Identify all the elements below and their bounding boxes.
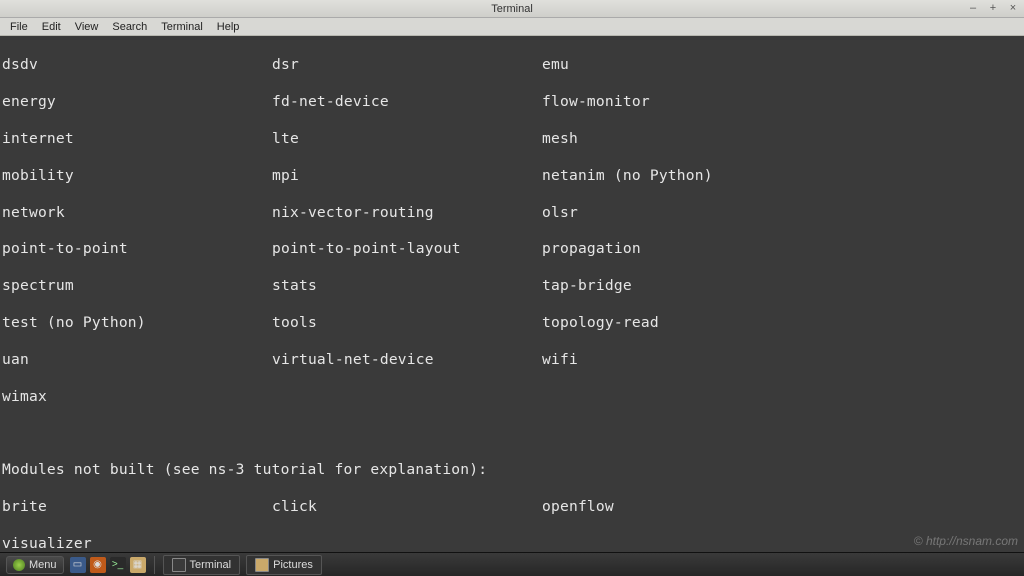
module-cell: network <box>2 204 272 222</box>
module-cell: netanim (no Python) <box>542 167 1022 185</box>
module-cell: olsr <box>542 204 1022 222</box>
module-cell: openflow <box>542 498 1022 516</box>
start-menu-button[interactable]: Menu <box>6 556 64 574</box>
firefox-icon[interactable]: ◉ <box>90 557 106 573</box>
module-cell: mpi <box>272 167 542 185</box>
taskbar-divider <box>154 556 155 574</box>
module-cell: fd-net-device <box>272 93 542 111</box>
menu-terminal[interactable]: Terminal <box>155 20 209 34</box>
close-button[interactable]: × <box>1006 1 1020 15</box>
module-cell: click <box>272 498 542 516</box>
maximize-button[interactable]: + <box>986 1 1000 15</box>
module-cell: wifi <box>542 351 1022 369</box>
module-cell: tap-bridge <box>542 277 1022 295</box>
task-label: Pictures <box>273 559 313 571</box>
module-cell <box>272 535 542 552</box>
module-cell: topology-read <box>542 314 1022 332</box>
module-cell: mobility <box>2 167 272 185</box>
task-label: Terminal <box>190 559 232 571</box>
module-cell <box>272 388 542 406</box>
module-cell: nix-vector-routing <box>272 204 542 222</box>
minimize-button[interactable]: – <box>966 1 980 15</box>
module-cell: energy <box>2 93 272 111</box>
show-desktop-icon[interactable]: ▭ <box>70 557 86 573</box>
quick-launch: ▭ ◉ >_ ▦ <box>70 557 146 573</box>
module-cell <box>542 388 1022 406</box>
menu-search[interactable]: Search <box>106 20 153 34</box>
module-cell <box>542 535 1022 552</box>
module-cell: stats <box>272 277 542 295</box>
module-cell: point-to-point <box>2 240 272 258</box>
window-controls: – + × <box>966 1 1020 15</box>
taskbar: Menu ▭ ◉ >_ ▦ Terminal Pictures <box>0 552 1024 576</box>
module-cell: dsr <box>272 56 542 74</box>
module-cell: emu <box>542 56 1022 74</box>
pictures-task-icon <box>255 558 269 572</box>
menu-file[interactable]: File <box>4 20 34 34</box>
task-terminal[interactable]: Terminal <box>163 555 241 575</box>
module-cell: dsdv <box>2 56 272 74</box>
menu-view[interactable]: View <box>69 20 105 34</box>
window-titlebar: Terminal – + × <box>0 0 1024 18</box>
terminal-output[interactable]: dsdvdsremu energyfd-net-deviceflow-monit… <box>0 36 1024 552</box>
module-cell: flow-monitor <box>542 93 1022 111</box>
module-cell: test (no Python) <box>2 314 272 332</box>
module-cell: virtual-net-device <box>272 351 542 369</box>
start-menu-label: Menu <box>29 559 57 571</box>
module-cell: propagation <box>542 240 1022 258</box>
terminal-task-icon <box>172 558 186 572</box>
menubar: File Edit View Search Terminal Help <box>0 18 1024 36</box>
blank-line <box>2 425 1022 443</box>
menu-help[interactable]: Help <box>211 20 246 34</box>
module-cell: brite <box>2 498 272 516</box>
module-cell: internet <box>2 130 272 148</box>
window-title: Terminal <box>491 3 533 15</box>
terminal-icon[interactable]: >_ <box>110 557 126 573</box>
module-cell: point-to-point-layout <box>272 240 542 258</box>
module-cell: wimax <box>2 388 272 406</box>
files-icon[interactable]: ▦ <box>130 557 146 573</box>
module-cell: lte <box>272 130 542 148</box>
module-cell: uan <box>2 351 272 369</box>
module-cell: tools <box>272 314 542 332</box>
module-cell: mesh <box>542 130 1022 148</box>
section-not-built: Modules not built (see ns-3 tutorial for… <box>2 461 1022 479</box>
menu-icon <box>13 559 25 571</box>
menu-edit[interactable]: Edit <box>36 20 67 34</box>
module-cell: visualizer <box>2 535 272 552</box>
module-cell: spectrum <box>2 277 272 295</box>
task-pictures[interactable]: Pictures <box>246 555 322 575</box>
